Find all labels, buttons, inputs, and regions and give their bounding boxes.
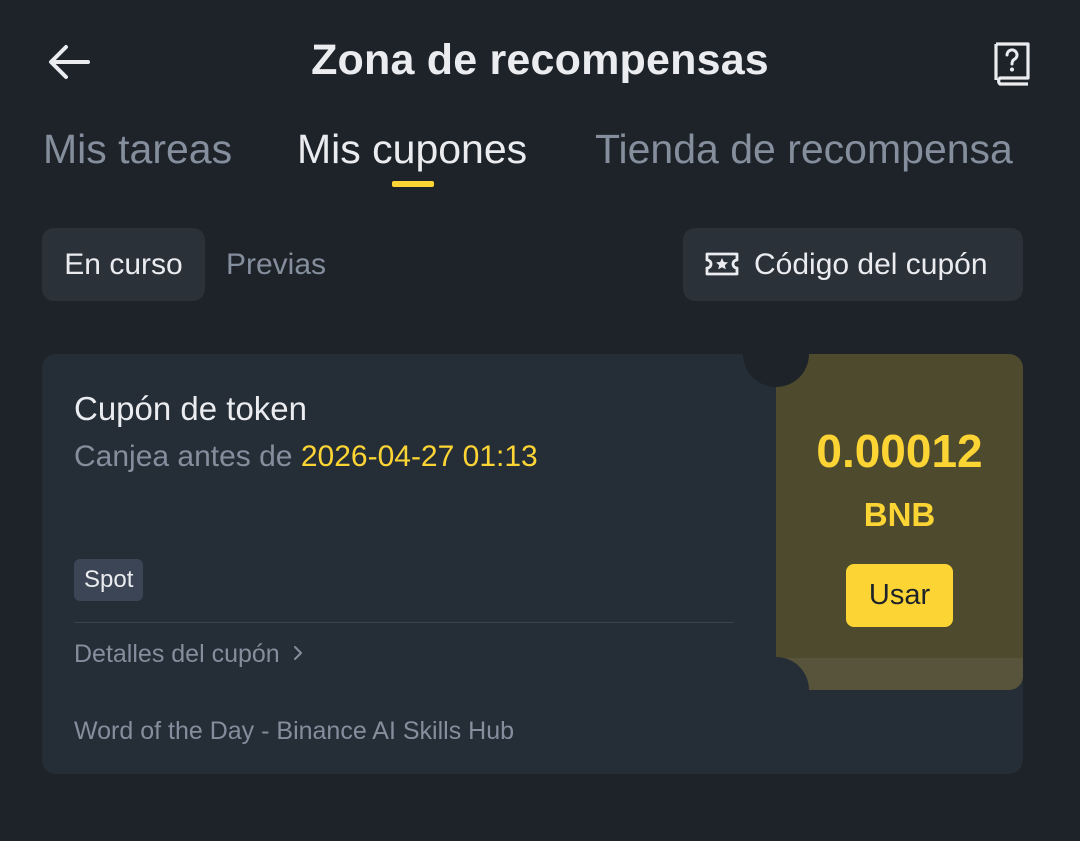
tab-mis-cupones[interactable]: Mis cupones [297,126,527,173]
page-title: Zona de recompensas [311,36,769,84]
use-button[interactable]: Usar [846,564,953,627]
expiry-prefix: Canjea antes de [74,440,301,473]
filter-previas[interactable]: Previas [226,228,326,301]
coupon-amount: 0.00012 [816,425,983,477]
coupon-card: Cupón de token Canjea antes de 2026-04-2… [42,321,1023,774]
coupon-code-label: Código del cupón [754,248,988,281]
coupon-source: Word of the Day - Binance AI Skills Hub [74,717,515,745]
tab-mis-tareas[interactable]: Mis tareas [43,126,232,173]
ticket-notch-bottom [743,657,809,723]
help-button[interactable] [988,38,1036,88]
coupon-code-button[interactable]: Código del cupón [683,228,1023,301]
help-book-icon [994,42,1030,86]
active-tab-indicator [392,181,434,187]
chevron-right-icon [293,646,302,660]
coupon-title: Cupón de token [74,390,308,427]
expiry-date: 2026-04-27 01:13 [300,440,538,473]
tab-tienda-de-recompensa[interactable]: Tienda de recompensa [595,126,1013,173]
rewards-page: Zona de recompensas Mis tareas Mis cupon… [0,0,1080,841]
spot-tag: Spot [74,559,144,601]
coupon-details-label: Detalles del cupón [74,640,280,668]
ticket-notch-top [743,321,809,387]
ticket-star-icon [705,252,739,276]
filter-en-curso[interactable]: En curso [42,228,205,301]
divider [74,622,734,623]
coupon-token: BNB [863,496,936,533]
coupon-expiry: Canjea antes de 2026-04-27 01:13 [74,440,538,474]
coupon-stub-footer [776,658,1023,690]
coupon-details-link[interactable]: Detalles del cupón [74,640,305,669]
